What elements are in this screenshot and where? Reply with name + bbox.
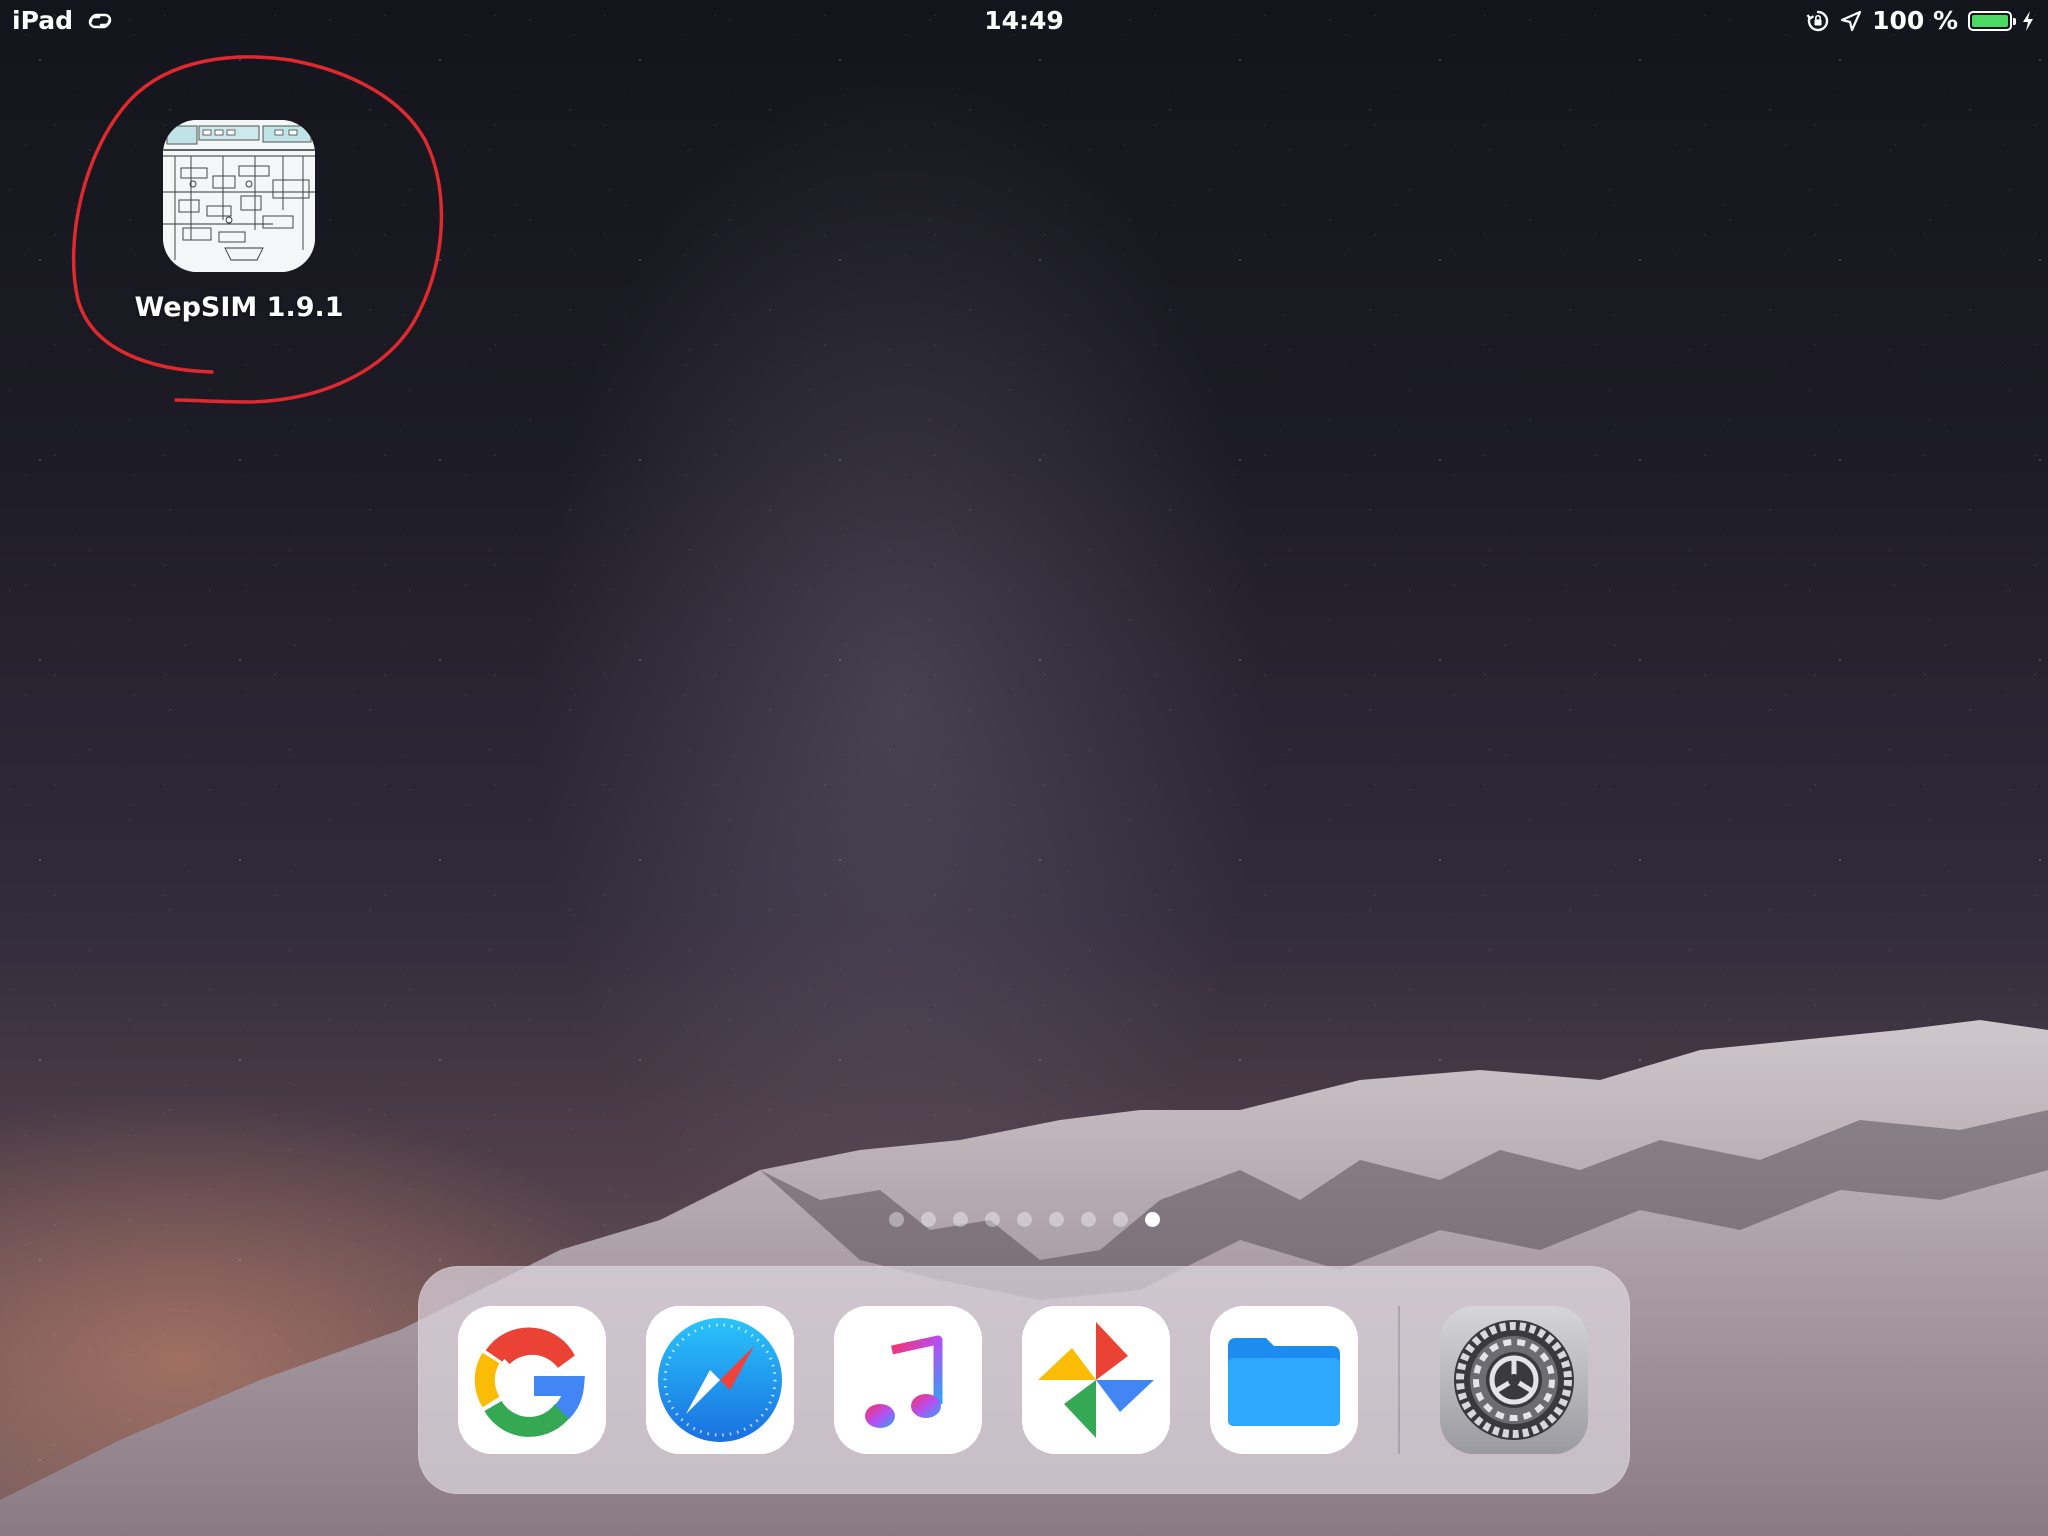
google-app[interactable] — [458, 1306, 606, 1454]
safari-app[interactable] — [646, 1306, 794, 1454]
files-app[interactable] — [1210, 1306, 1358, 1454]
photos-app[interactable] — [1022, 1306, 1170, 1454]
music-app[interactable] — [834, 1306, 982, 1454]
settings-app[interactable] — [1440, 1306, 1588, 1454]
page-dot[interactable] — [1048, 1212, 1064, 1227]
settings-gear-icon — [1440, 1306, 1588, 1454]
photos-pinwheel-icon — [1022, 1306, 1170, 1454]
safari-compass-icon — [646, 1306, 794, 1454]
page-indicator[interactable] — [0, 1212, 2048, 1227]
status-right: 100 % — [1806, 6, 2034, 35]
dock — [418, 1266, 1630, 1494]
page-dot[interactable] — [952, 1212, 968, 1227]
page-dot[interactable] — [984, 1212, 1000, 1227]
page-dot[interactable] — [1112, 1212, 1128, 1227]
status-bar: iPad 14:49 100 % — [0, 0, 2048, 40]
location-arrow-icon — [1840, 10, 1862, 31]
music-note-icon — [834, 1306, 982, 1454]
wepsim-circuit-icon[interactable] — [163, 120, 315, 272]
orientation-lock-icon — [1806, 10, 1829, 31]
dock-divider — [1398, 1306, 1400, 1454]
ipad-home-screen: iPad 14:49 100 % WepSIM 1.9.1 — [0, 0, 2048, 1536]
wepsim-app-label[interactable]: WepSIM 1.9.1 — [93, 292, 385, 323]
files-folder-icon — [1210, 1306, 1358, 1454]
clock: 14:49 — [984, 6, 1064, 35]
page-dot[interactable] — [888, 1212, 904, 1227]
page-dot[interactable] — [1016, 1212, 1032, 1227]
wepsim-app[interactable]: WepSIM 1.9.1 — [134, 120, 344, 323]
charging-bolt-icon — [2023, 10, 2033, 31]
battery-percent: 100 % — [1872, 6, 1958, 35]
battery-icon — [1968, 10, 2016, 31]
battery-fill — [1972, 14, 2008, 27]
page-dot[interactable] — [1080, 1212, 1096, 1227]
page-dot[interactable] — [920, 1212, 936, 1227]
page-dot-active[interactable] — [1144, 1212, 1160, 1227]
google-icon — [458, 1306, 606, 1454]
